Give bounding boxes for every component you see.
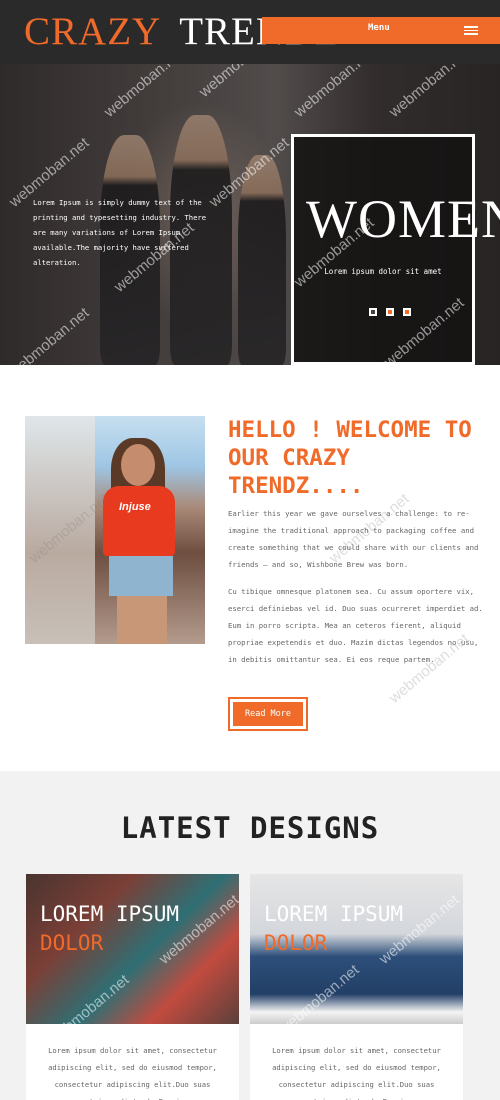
- hero-banner: Lorem Ipsum is simply dummy text of the …: [0, 64, 500, 365]
- card-heading: LOREM IPSUM: [40, 902, 180, 926]
- card-text: Lorem ipsum dolor sit amet, consectetur …: [272, 1046, 441, 1100]
- slide-dot-3[interactable]: [403, 308, 411, 316]
- logo-word-crazy: CRAZY: [24, 10, 162, 53]
- slide-title: WOMEN: [306, 189, 500, 249]
- hero-slide-box: WOMEN Lorem ipsum dolor sit amet: [291, 134, 500, 365]
- site-header: CRAZY TRENDZ Menu: [0, 0, 500, 64]
- welcome-paragraph-1: Earlier this year we gave ourselves a ch…: [228, 509, 479, 569]
- card-heading-accent: DOLOR: [40, 931, 104, 955]
- slide-subtitle: Lorem ipsum dolor sit amet: [324, 267, 442, 276]
- design-card[interactable]: LOREM IPSUM DOLOR Lorem ipsum dolor sit …: [250, 874, 463, 1100]
- welcome-photo: Injuse: [25, 416, 205, 644]
- slide-dot-2[interactable]: [386, 308, 394, 316]
- welcome-title: HELLO ! WELCOME TO OUR CRAZY TRENDZ....: [228, 417, 472, 499]
- card-heading: LOREM IPSUM: [264, 902, 404, 926]
- card-heading-accent: DOLOR: [264, 931, 328, 955]
- design-card[interactable]: LOREM IPSUM DOLOR Lorem ipsum dolor sit …: [26, 874, 239, 1100]
- card-text: Lorem ipsum dolor sit amet, consectetur …: [48, 1046, 217, 1100]
- hero-intro-text: Lorem Ipsum is simply dummy text of the …: [33, 198, 207, 267]
- slide-dots: [369, 303, 420, 321]
- menu-label: Menu: [368, 23, 390, 33]
- hamburger-icon: [464, 26, 478, 35]
- read-more-label: Read More: [233, 702, 303, 726]
- latest-designs-section: LATEST DESIGNS LOREM IPSUM DOLOR Lorem i…: [0, 771, 500, 1100]
- read-more-button[interactable]: Read More: [228, 697, 308, 731]
- latest-title: LATEST DESIGNS: [120, 811, 380, 845]
- slide-dot-1[interactable]: [369, 308, 377, 316]
- tee-print-text: Injuse: [119, 501, 151, 513]
- welcome-paragraph-2: Cu tibique omnesque platonem sea. Cu ass…: [228, 587, 483, 664]
- menu-button[interactable]: Menu: [262, 17, 500, 44]
